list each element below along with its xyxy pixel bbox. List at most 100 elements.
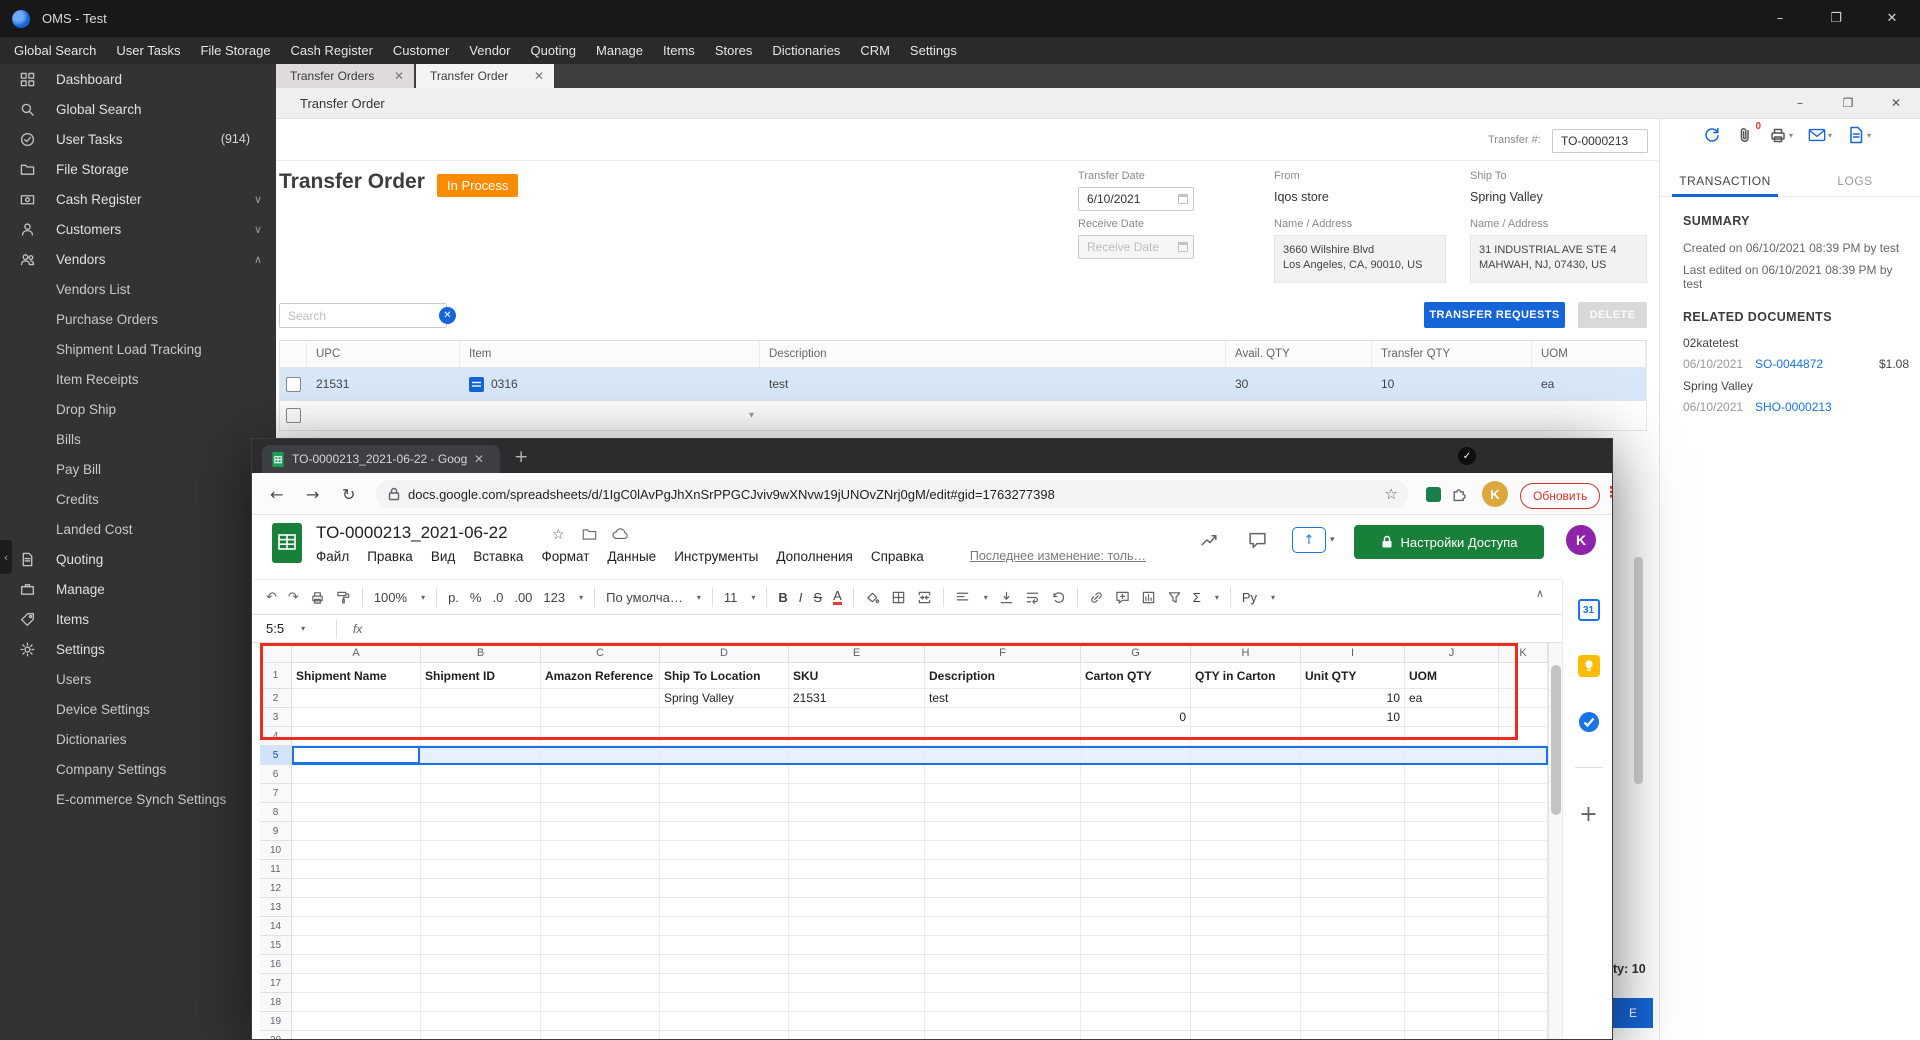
cell-K15[interactable] — [1499, 936, 1548, 955]
filter-icon[interactable] — [1167, 590, 1182, 605]
menu-vendor[interactable]: Vendor — [459, 37, 520, 64]
cell-I14[interactable] — [1301, 917, 1405, 936]
cell-F12[interactable] — [925, 879, 1081, 898]
cell-I9[interactable] — [1301, 822, 1405, 841]
cell-I20[interactable] — [1301, 1031, 1405, 1039]
row-header-4[interactable]: 4 — [260, 727, 292, 746]
sidebar-item-shipment-load-tracking[interactable]: Shipment Load Tracking — [0, 334, 276, 364]
cell-G4[interactable] — [1081, 727, 1191, 746]
extensions-puzzle-icon[interactable] — [1451, 485, 1468, 502]
sheets-menu--[interactable]: Инструменты — [674, 549, 758, 564]
cell-avail-qty[interactable]: 30 — [1226, 368, 1372, 400]
cell-I19[interactable] — [1301, 1012, 1405, 1031]
cell-E16[interactable] — [789, 955, 925, 974]
cell-A17[interactable] — [292, 974, 421, 993]
paint-format-icon[interactable] — [336, 590, 351, 605]
redo-icon[interactable]: ↷ — [288, 590, 299, 605]
row-header-12[interactable]: 12 — [260, 879, 292, 898]
cell-J13[interactable] — [1405, 898, 1499, 917]
partial-action-button[interactable]: E — [1613, 998, 1653, 1028]
cell-G19[interactable] — [1081, 1012, 1191, 1031]
undo-icon[interactable]: ↶ — [266, 590, 277, 605]
sidebar-item-device-settings[interactable]: Device Settings — [0, 694, 276, 724]
cell-I12[interactable] — [1301, 879, 1405, 898]
col-uom[interactable]: UOM — [1532, 341, 1646, 367]
search-input[interactable] — [279, 303, 447, 328]
cell-K4[interactable] — [1499, 727, 1548, 746]
cell-A14[interactable] — [292, 917, 421, 936]
cell-B11[interactable] — [421, 860, 541, 879]
cell-G3[interactable]: 0 — [1081, 708, 1191, 727]
document-icon[interactable]: ▾ — [1847, 126, 1871, 144]
cell-A20[interactable] — [292, 1031, 421, 1039]
cell-B2[interactable] — [421, 689, 541, 708]
column-header-I[interactable]: I — [1301, 643, 1405, 663]
sidebar-item-user-tasks[interactable]: User Tasks (914) — [0, 124, 276, 154]
print-icon[interactable] — [310, 590, 325, 605]
row-header-13[interactable]: 13 — [260, 898, 292, 917]
row-header-19[interactable]: 19 — [260, 1012, 292, 1031]
vertical-align-icon[interactable] — [999, 590, 1014, 605]
activity-icon[interactable] — [1200, 531, 1219, 550]
cell-G18[interactable] — [1081, 993, 1191, 1012]
cell-I18[interactable] — [1301, 993, 1405, 1012]
column-header-A[interactable]: A — [292, 643, 421, 663]
cell-J12[interactable] — [1405, 879, 1499, 898]
col-avail-qty[interactable]: Avail. QTY — [1226, 341, 1372, 367]
cell-H16[interactable] — [1191, 955, 1301, 974]
cell-B7[interactable] — [421, 784, 541, 803]
cell-E3[interactable] — [789, 708, 925, 727]
cell-F9[interactable] — [925, 822, 1081, 841]
cell-H11[interactable] — [1191, 860, 1301, 879]
sidebar-item-items[interactable]: Items — [0, 604, 276, 634]
cell-K19[interactable] — [1499, 1012, 1548, 1031]
attachment-icon[interactable]: 0 — [1736, 121, 1761, 144]
bookmark-star-icon[interactable]: ☆ — [1385, 485, 1398, 503]
cell-D11[interactable] — [660, 860, 789, 879]
insert-comment-icon[interactable] — [1115, 590, 1130, 605]
row-header-9[interactable]: 9 — [260, 822, 292, 841]
sidebar-item-settings[interactable]: Settings — [0, 634, 276, 664]
cell-B8[interactable] — [421, 803, 541, 822]
cell-G13[interactable] — [1081, 898, 1191, 917]
cell-G20[interactable] — [1081, 1031, 1191, 1039]
browser-tab[interactable]: TO-0000213_2021-06-22 - Goog ✕ — [262, 445, 500, 473]
cell-F18[interactable] — [925, 993, 1081, 1012]
cell-A16[interactable] — [292, 955, 421, 974]
menu-global-search[interactable]: Global Search — [4, 37, 106, 64]
sidebar-item-users[interactable]: Users — [0, 664, 276, 694]
cell-K20[interactable] — [1499, 1031, 1548, 1039]
cell-D2[interactable]: Spring Valley — [660, 689, 789, 708]
cell-A5[interactable] — [292, 746, 421, 765]
cell-I17[interactable] — [1301, 974, 1405, 993]
menu-settings[interactable]: Settings — [900, 37, 967, 64]
cell-E4[interactable] — [789, 727, 925, 746]
cell-J3[interactable] — [1405, 708, 1499, 727]
cell-B13[interactable] — [421, 898, 541, 917]
cell-C13[interactable] — [541, 898, 660, 917]
menu-user-tasks[interactable]: User Tasks — [106, 37, 190, 64]
cell-A12[interactable] — [292, 879, 421, 898]
cell-A3[interactable] — [292, 708, 421, 727]
sidebar-item-vendors-list[interactable]: Vendors List — [0, 274, 276, 304]
cell-D12[interactable] — [660, 879, 789, 898]
row-checkbox[interactable] — [286, 408, 301, 423]
cell-E5[interactable] — [789, 746, 925, 765]
cell-E7[interactable] — [789, 784, 925, 803]
cell-I16[interactable] — [1301, 955, 1405, 974]
cell-H8[interactable] — [1191, 803, 1301, 822]
share-button[interactable]: Настройки Доступа — [1354, 525, 1544, 559]
cell-E13[interactable] — [789, 898, 925, 917]
cell-F14[interactable] — [925, 917, 1081, 936]
cell-D4[interactable] — [660, 727, 789, 746]
cell-I3[interactable]: 10 — [1301, 708, 1405, 727]
cell-G1[interactable]: Carton QTY — [1081, 663, 1191, 689]
browser-menu-icon[interactable]: ⋮ — [1604, 483, 1612, 501]
cell-J19[interactable] — [1405, 1012, 1499, 1031]
cell-F1[interactable]: Description — [925, 663, 1081, 689]
cell-C8[interactable] — [541, 803, 660, 822]
sidebar-item-pay-bill[interactable]: Pay Bill — [0, 454, 276, 484]
window-minimize-button[interactable]: – — [1776, 88, 1824, 119]
window-scrollbar[interactable] — [1634, 557, 1643, 784]
sidebar-item-file-storage[interactable]: File Storage — [0, 154, 276, 184]
